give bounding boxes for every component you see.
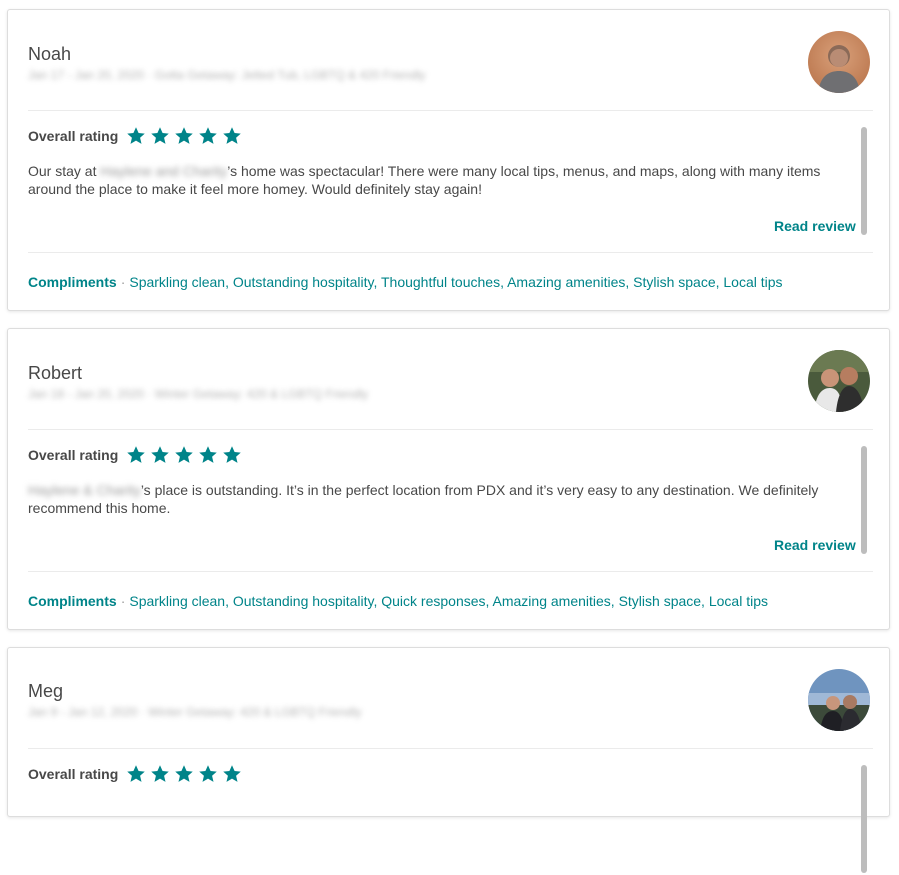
divider (28, 571, 873, 572)
star-rating (126, 126, 246, 146)
read-review-link[interactable]: Read review (774, 218, 856, 234)
review-card: Noah Jan 17 - Jan 20, 2020 · Gotta Getaw… (7, 9, 890, 311)
scrollbar-thumb[interactable] (861, 446, 867, 554)
star-rating (126, 764, 246, 784)
star-icon (151, 446, 170, 463)
rating-label: Overall rating (28, 447, 119, 463)
star-icon (223, 446, 242, 463)
review-text-start: Our stay at (28, 163, 101, 179)
star-icon (151, 765, 170, 782)
review-card: Meg Jan 9 - Jan 12, 2020 · Winter Getawa… (7, 647, 890, 873)
reviewer-name: Noah (28, 44, 72, 64)
review-text: Haylene & Charity’s place is outstanding… (28, 481, 843, 517)
star-icon (223, 765, 242, 782)
compliments-label: Compliments (28, 274, 117, 290)
avatar[interactable] (808, 669, 870, 731)
star-icon (199, 765, 218, 782)
star-icon (127, 446, 146, 463)
scrollbar[interactable] (859, 127, 869, 237)
read-review-link[interactable]: Read review (774, 537, 856, 553)
star-rating (126, 445, 246, 465)
reviewer-name: Robert (28, 363, 83, 383)
compliments-list: Sparkling clean, Outstanding hospitality… (129, 593, 768, 609)
scrollbar[interactable] (859, 446, 869, 556)
compliments-label: Compliments (28, 593, 117, 609)
compliments: Compliments · Sparkling clean, Outstanding… (28, 593, 768, 609)
star-icon (175, 446, 194, 463)
review-text-body: ’s place is outstanding. It’s in the per… (28, 482, 819, 516)
star-icon (199, 446, 218, 463)
host-name: Haylene & Charity (28, 482, 141, 498)
scrollbar[interactable] (859, 765, 869, 875)
rating-label: Overall rating (28, 128, 119, 144)
star-icon (175, 127, 194, 144)
overall-rating: Overall rating (28, 764, 246, 784)
star-icon (127, 765, 146, 782)
overall-rating: Overall rating (28, 126, 246, 146)
star-icon (151, 127, 170, 144)
star-icon (199, 127, 218, 144)
separator-dot: · (120, 274, 126, 290)
overall-rating: Overall rating (28, 445, 246, 465)
stay-details: Jan 17 - Jan 20, 2020 · Gotta Getaway: J… (28, 68, 426, 82)
stay-details: Jan 9 - Jan 12, 2020 · Winter Getaway: 4… (28, 705, 362, 719)
separator-dot: · (120, 593, 126, 609)
divider (28, 252, 873, 253)
rating-label: Overall rating (28, 766, 119, 782)
star-icon (223, 127, 242, 144)
avatar[interactable] (808, 31, 870, 93)
host-name: Haylene and Charity (100, 163, 228, 179)
divider (28, 748, 873, 749)
scrollbar-thumb[interactable] (861, 765, 867, 873)
divider (28, 429, 873, 430)
avatar-photo-icon (808, 669, 870, 731)
divider (28, 110, 873, 111)
avatar-photo-icon (808, 31, 870, 93)
avatar[interactable] (808, 350, 870, 412)
compliments: Compliments · Sparkling clean, Outstanding… (28, 274, 783, 290)
star-icon (127, 127, 146, 144)
review-card: Robert Jan 18 - Jan 20, 2020 · Winter Ge… (7, 328, 890, 630)
scrollbar-thumb[interactable] (861, 127, 867, 235)
review-text: Our stay at Haylene and Charity’s home w… (28, 162, 843, 198)
reviewer-name: Meg (28, 681, 64, 701)
star-icon (175, 765, 194, 782)
avatar-photo-icon (808, 350, 870, 412)
compliments-list: Sparkling clean, Outstanding hospitality… (129, 274, 783, 290)
stay-details: Jan 18 - Jan 20, 2020 · Winter Getaway: … (28, 387, 369, 401)
